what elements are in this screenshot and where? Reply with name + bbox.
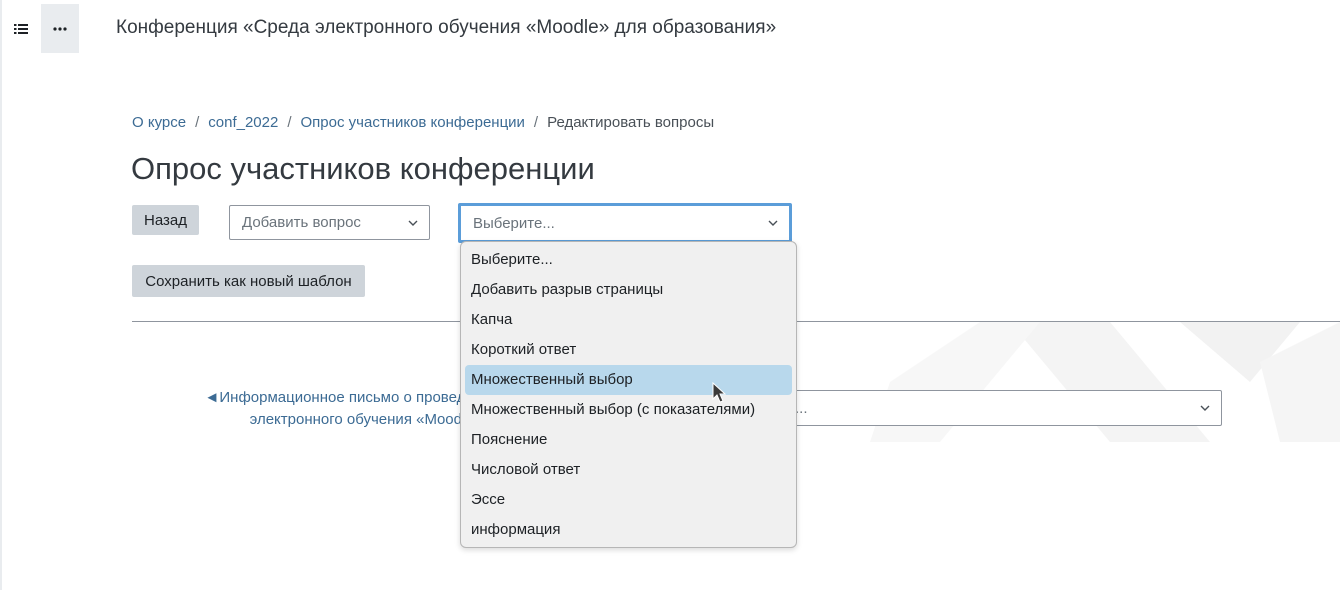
- option-multichoice[interactable]: Множественный выбор: [465, 365, 792, 395]
- option-multichoice-rated[interactable]: Множественный выбор (с показателями): [465, 395, 792, 425]
- option-info[interactable]: информация: [465, 515, 792, 545]
- option-essay[interactable]: Эссе: [465, 485, 792, 515]
- chevron-down-icon: [408, 220, 418, 226]
- breadcrumb-item-survey[interactable]: Опрос участников конференции: [301, 114, 525, 131]
- breadcrumb-item-course[interactable]: О курсе: [132, 114, 186, 131]
- breadcrumb-separator: /: [287, 114, 292, 131]
- more-menu-button[interactable]: [41, 4, 79, 53]
- breadcrumb-separator: /: [533, 114, 539, 131]
- previous-activity-link[interactable]: ◄Информационное письмо о проведен электр…: [192, 387, 482, 431]
- option-short-answer[interactable]: Короткий ответ: [465, 335, 792, 365]
- breadcrumb-item-conf-2022[interactable]: conf_2022: [208, 114, 278, 131]
- option-choose[interactable]: Выберите...: [465, 245, 792, 275]
- list-icon: [14, 23, 28, 34]
- back-button[interactable]: Назад: [132, 205, 199, 235]
- breadcrumb-separator: /: [195, 114, 200, 131]
- mouse-cursor-icon: [712, 382, 726, 403]
- option-captcha[interactable]: Капча: [465, 305, 792, 335]
- add-question-select[interactable]: Добавить вопрос: [229, 205, 430, 240]
- question-type-select[interactable]: Выберите...: [458, 203, 792, 243]
- page-left-border: [0, 0, 2, 590]
- option-numeric[interactable]: Числовой ответ: [465, 455, 792, 485]
- page-title: Опрос участников конференции: [131, 151, 595, 186]
- previous-link-line1: Информационное письмо о проведен: [219, 389, 482, 406]
- breadcrumb: О курсе / conf_2022 / Опрос участников к…: [132, 114, 714, 131]
- more-icon: [53, 26, 67, 31]
- course-index-button[interactable]: [2, 4, 40, 53]
- add-question-placeholder: Добавить вопрос: [242, 214, 361, 231]
- previous-link-line2: электронного обучения «Moodle»: [249, 411, 482, 428]
- save-as-template-button[interactable]: Сохранить как новый шаблон: [132, 265, 365, 297]
- question-type-dropdown: Выберите... Добавить разрыв страницы Кап…: [460, 241, 797, 548]
- option-pagebreak[interactable]: Добавить разрыв страницы: [465, 275, 792, 305]
- previous-arrow-icon: ◄: [204, 389, 220, 406]
- chevron-down-icon: [1200, 405, 1210, 411]
- chevron-down-icon: [768, 220, 778, 226]
- jump-to-select[interactable]: ...: [790, 390, 1222, 426]
- option-label[interactable]: Пояснение: [465, 425, 792, 455]
- site-title: Конференция «Среда электронного обучения…: [116, 17, 777, 38]
- question-type-value: Выберите...: [473, 214, 555, 232]
- breadcrumb-current: Редактировать вопросы: [547, 114, 715, 131]
